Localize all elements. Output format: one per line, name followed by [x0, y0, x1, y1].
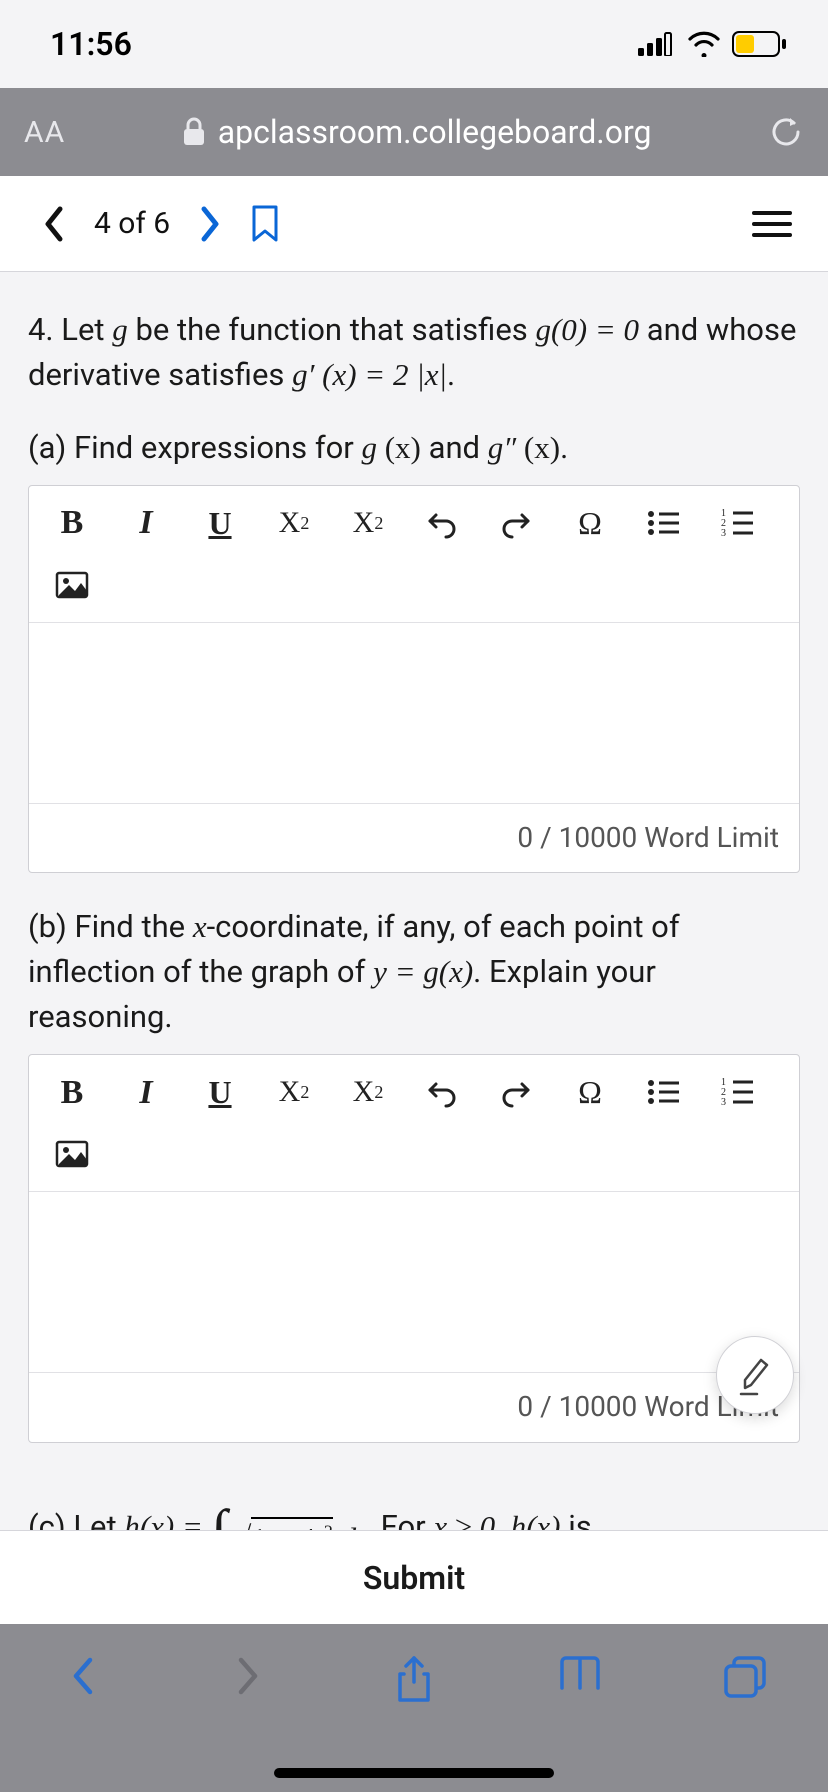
next-question-button[interactable]: [184, 205, 236, 243]
tabs-button[interactable]: [685, 1654, 805, 1700]
svg-text:3: 3: [721, 1097, 726, 1107]
bookmarks-button[interactable]: [520, 1654, 640, 1694]
image-button[interactable]: [35, 1125, 109, 1183]
editor-toolbar: B I U X2 X2 Ω 123: [29, 486, 799, 623]
browser-back-button[interactable]: [23, 1654, 143, 1698]
question-content: 4. Let g be the function that satisfies …: [0, 272, 828, 1530]
editor-toolbar: B I U X2 X2 Ω 123: [29, 1055, 799, 1192]
svg-text:3: 3: [721, 528, 726, 538]
undo-button[interactable]: [405, 1063, 479, 1121]
bold-button[interactable]: B: [35, 494, 109, 552]
special-char-button[interactable]: Ω: [553, 494, 627, 552]
word-limit-label: 0 / 10000 Word Limit: [29, 1372, 799, 1442]
numbered-list-button[interactable]: 123: [701, 1063, 775, 1121]
superscript-button[interactable]: X2: [257, 1063, 331, 1121]
url-display[interactable]: apclassroom.collegeboard.org: [85, 113, 748, 151]
submit-button[interactable]: Submit: [0, 1530, 828, 1624]
text-size-button[interactable]: AA: [24, 115, 65, 150]
italic-button[interactable]: I: [109, 1063, 183, 1121]
underline-button[interactable]: U: [183, 494, 257, 552]
question-counter: 4 of 6: [80, 206, 184, 241]
undo-button[interactable]: [405, 494, 479, 552]
underline-button[interactable]: U: [183, 1063, 257, 1121]
status-bar: 11:56: [0, 0, 828, 88]
redo-button[interactable]: [479, 1063, 553, 1121]
browser-url-bar: AA apclassroom.collegeboard.org: [0, 88, 828, 176]
special-char-button[interactable]: Ω: [553, 1063, 627, 1121]
question-number: 4.: [28, 311, 54, 348]
prev-question-button[interactable]: [28, 205, 80, 243]
italic-button[interactable]: I: [109, 494, 183, 552]
editor-textarea[interactable]: [29, 1192, 799, 1372]
url-text: apclassroom.collegeboard.org: [218, 113, 652, 151]
status-indicators: [638, 31, 788, 57]
wifi-icon: [686, 31, 722, 57]
editor-textarea[interactable]: [29, 623, 799, 803]
image-button[interactable]: [35, 556, 109, 614]
answer-editor-a: B I U X2 X2 Ω 123 0 / 10000 Word Limit: [28, 485, 800, 874]
bold-button[interactable]: B: [35, 1063, 109, 1121]
bullet-list-button[interactable]: [627, 1063, 701, 1121]
superscript-button[interactable]: X2: [257, 494, 331, 552]
integral-expression: ∫x0 √1 + 4t2 dt: [211, 1475, 365, 1530]
menu-button[interactable]: [744, 209, 800, 239]
cellular-icon: [638, 32, 676, 56]
share-button[interactable]: [354, 1654, 474, 1704]
bookmark-button[interactable]: [236, 204, 294, 244]
home-indicator[interactable]: [274, 1768, 554, 1778]
refresh-button[interactable]: [768, 114, 804, 150]
part-b-label: (b) Find the x-coordinate, if any, of ea…: [28, 905, 800, 1040]
word-limit-label: 0 / 10000 Word Limit: [29, 803, 799, 873]
part-c-label: (c) Let h(x) = ∫x0 √1 + 4t2 dt. For x ≥ …: [28, 1475, 800, 1530]
answer-editor-b: B I U X2 X2 Ω 123 0 / 10000 Word Limit: [28, 1054, 800, 1443]
bullet-list-button[interactable]: [627, 494, 701, 552]
browser-forward-button[interactable]: [188, 1654, 308, 1698]
problem-statement: 4. Let g be the function that satisfies …: [28, 308, 800, 398]
question-nav-bar: 4 of 6: [0, 176, 828, 272]
battery-icon: [732, 31, 788, 57]
subscript-button[interactable]: X2: [331, 494, 405, 552]
lock-icon: [182, 117, 206, 147]
redo-button[interactable]: [479, 494, 553, 552]
browser-bottom-toolbar: [0, 1624, 828, 1792]
subscript-button[interactable]: X2: [331, 1063, 405, 1121]
numbered-list-button[interactable]: 123: [701, 494, 775, 552]
annotate-button[interactable]: [716, 1336, 794, 1414]
part-a-label: (a) Find expressions for g (x) and g″ (x…: [28, 426, 800, 471]
status-time: 11:56: [50, 25, 132, 63]
